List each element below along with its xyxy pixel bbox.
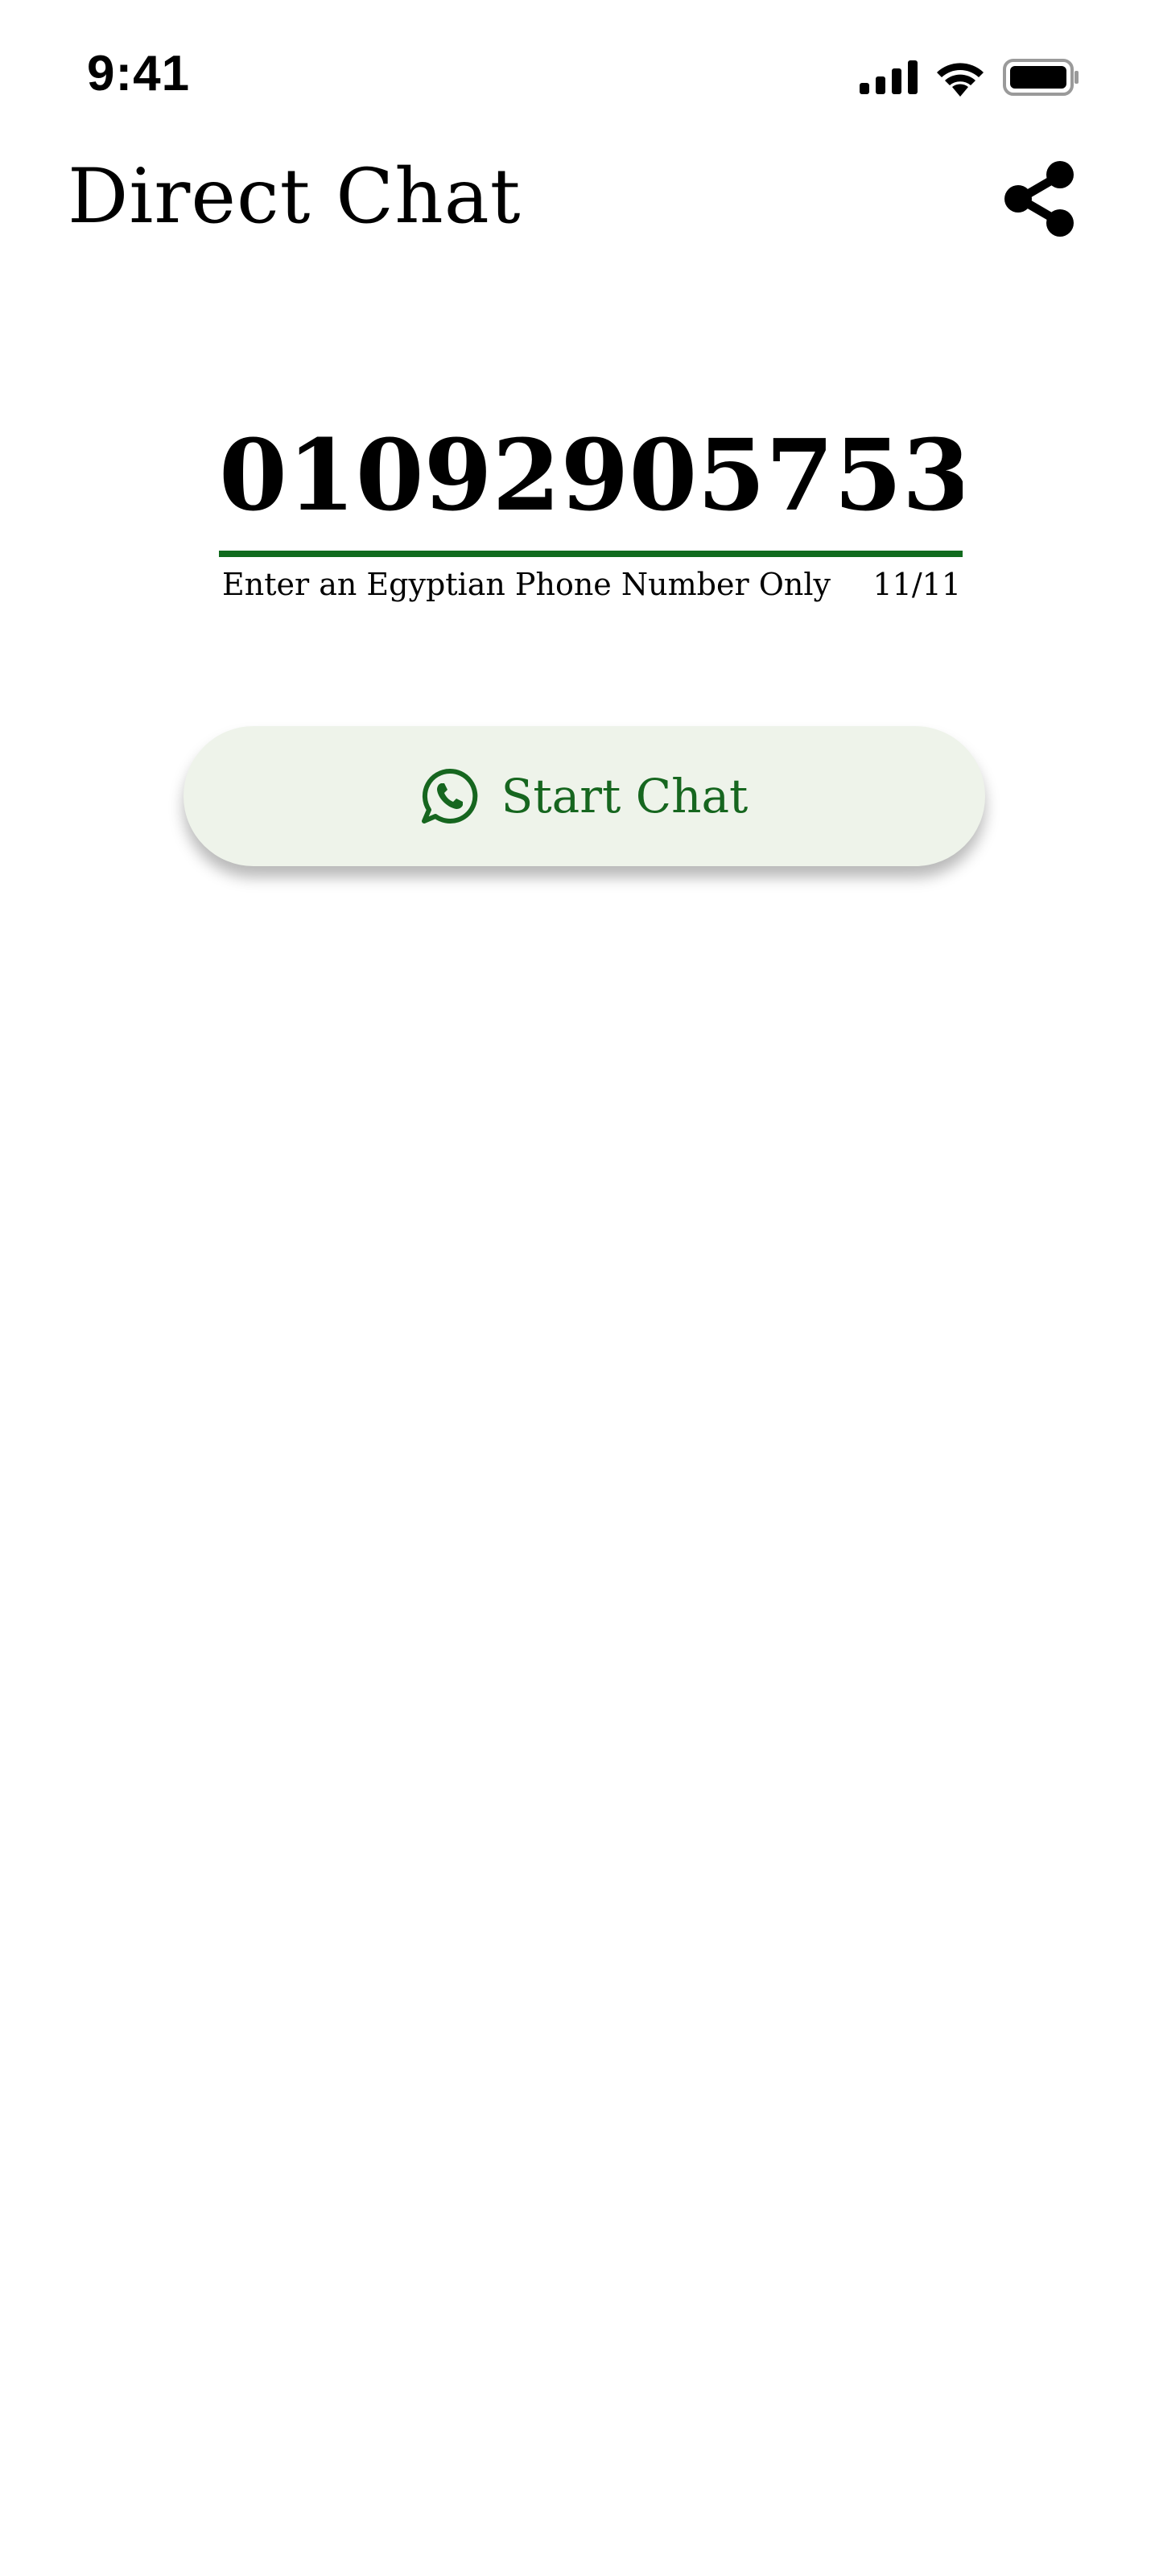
- signal-icon: [860, 60, 918, 94]
- share-button[interactable]: [995, 155, 1083, 243]
- share-icon: [1004, 161, 1074, 237]
- character-counter: 11/11: [872, 567, 961, 602]
- whatsapp-icon: [421, 768, 477, 824]
- phone-number-input[interactable]: [219, 402, 963, 547]
- page-title: Direct Chat: [68, 153, 522, 241]
- start-chat-button[interactable]: Start Chat: [184, 726, 985, 866]
- field-underline: [219, 551, 963, 557]
- helper-row: Enter an Egyptian Phone Number Only 11/1…: [219, 564, 963, 605]
- status-bar: 9:41: [0, 0, 1159, 153]
- helper-text: Enter an Egyptian Phone Number Only: [222, 567, 831, 602]
- status-time: 9:41: [87, 46, 191, 101]
- status-icons: [860, 56, 1080, 98]
- wifi-icon: [937, 63, 984, 97]
- phone-field: Enter an Egyptian Phone Number Only 11/1…: [219, 402, 963, 605]
- start-chat-label: Start Chat: [501, 769, 749, 824]
- battery-icon: [1003, 59, 1079, 96]
- app-bar: Direct Chat: [0, 137, 1159, 258]
